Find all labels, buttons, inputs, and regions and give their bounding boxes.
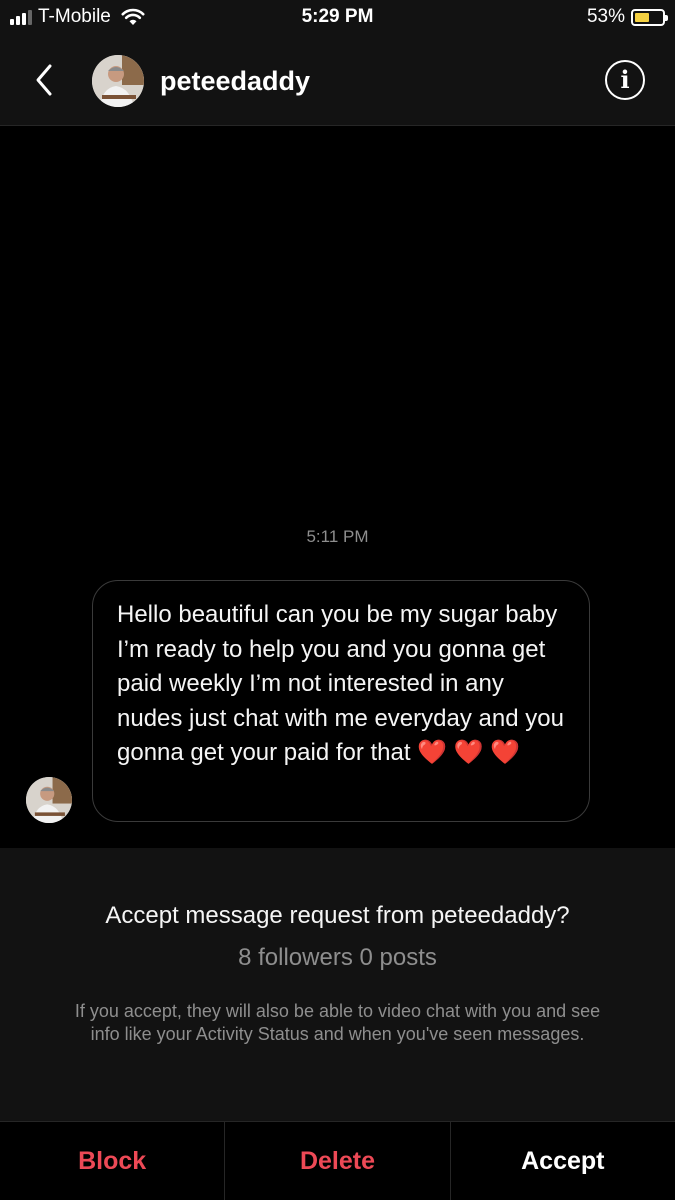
- info-button[interactable]: i: [605, 60, 645, 100]
- chevron-left-icon: [36, 64, 52, 96]
- info-icon: i: [620, 65, 630, 94]
- conversation-header: peteedaddy i: [0, 36, 675, 126]
- message-bubble[interactable]: Hello beautiful can you be my sugar baby…: [92, 580, 590, 822]
- request-title: Accept message request from peteedaddy?: [105, 902, 570, 929]
- message-request-panel: Accept message request from peteedaddy? …: [0, 848, 675, 1121]
- request-info-text: If you accept, they will also be able to…: [74, 1001, 601, 1044]
- sender-avatar[interactable]: [26, 777, 72, 823]
- header-avatar[interactable]: [92, 55, 144, 107]
- message-timestamp: 5:11 PM: [306, 527, 369, 546]
- delete-button[interactable]: Delete: [224, 1122, 449, 1200]
- accept-button[interactable]: Accept: [449, 1122, 675, 1200]
- profile-photo-icon: [26, 777, 72, 823]
- request-action-bar: Block Delete Accept: [0, 1121, 675, 1200]
- chat-area[interactable]: 5:11 PM Hello beautiful can you be my su…: [0, 127, 675, 848]
- battery-icon: [631, 8, 668, 26]
- status-time: 5:29 PM: [301, 6, 374, 27]
- status-right: 53%: [586, 6, 668, 28]
- request-stats: 8 followers 0 posts: [238, 944, 437, 971]
- header-username[interactable]: peteedaddy: [160, 66, 310, 97]
- block-button[interactable]: Block: [0, 1122, 224, 1200]
- profile-photo-icon: [92, 55, 144, 107]
- status-bar: T-Mobile 5:29 PM 53%: [0, 0, 675, 36]
- back-button[interactable]: [30, 62, 60, 98]
- battery-percent: 53%: [586, 6, 625, 27]
